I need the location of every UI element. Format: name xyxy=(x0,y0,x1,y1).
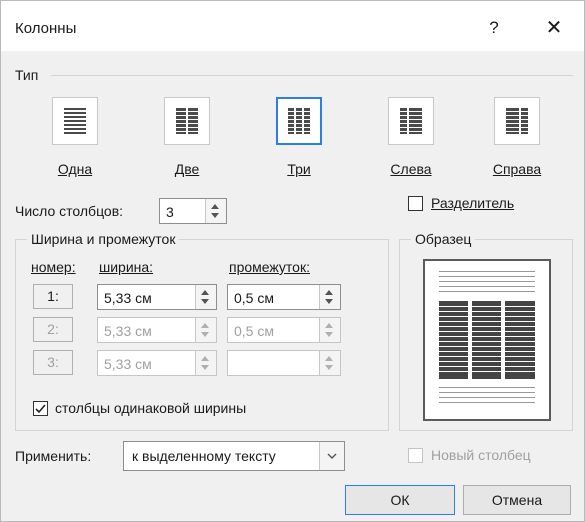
one-column-icon xyxy=(52,97,98,145)
preset-left[interactable]: Слева xyxy=(375,97,453,187)
spin-up-icon xyxy=(201,356,209,361)
spin-down-icon xyxy=(211,213,219,218)
num-columns-spinner[interactable] xyxy=(205,199,226,223)
spin-down-icon xyxy=(325,299,333,304)
separator-label: Разделитель xyxy=(431,195,515,211)
title-bar: Колонны ? ✕ xyxy=(1,1,584,51)
new-column-label: Новый столбец xyxy=(431,447,531,463)
spacing-input-3 xyxy=(227,350,341,376)
spin-down-icon xyxy=(201,365,209,370)
spin-up-icon xyxy=(325,290,333,295)
checkmark-icon xyxy=(35,404,46,414)
spin-down-icon xyxy=(325,365,333,370)
col-number-2: 2: xyxy=(33,317,73,342)
width-spinner-3 xyxy=(195,351,216,375)
columns-dialog: Колонны ? ✕ Тип Одна Две Три Слева Справ… xyxy=(0,0,585,522)
width-value-2: 5,33 см xyxy=(104,323,152,339)
preview-label: Образец xyxy=(411,231,476,247)
apply-to-select[interactable]: к выделенному тексту xyxy=(123,441,345,471)
num-columns-value: 3 xyxy=(166,204,174,220)
preview-columns-graphic xyxy=(439,271,535,403)
num-columns-label: Число столбцов: xyxy=(15,203,124,219)
spin-up-icon xyxy=(211,204,219,209)
apply-to-label: Применить: xyxy=(15,448,92,464)
cancel-button[interactable]: Отмена xyxy=(463,485,571,515)
col-number-1[interactable]: 1: xyxy=(33,284,73,309)
spin-up-icon xyxy=(325,323,333,328)
two-columns-icon xyxy=(164,97,210,145)
preset-one-label: Одна xyxy=(57,161,93,177)
width-spinner-2 xyxy=(195,318,216,342)
new-column-checkbox xyxy=(408,448,423,463)
preset-three-label: Три xyxy=(287,161,311,177)
width-spacing-label: Ширина и промежуток xyxy=(27,231,180,247)
type-divider xyxy=(51,75,573,76)
chevron-down-icon[interactable] xyxy=(319,442,344,470)
spacing-spinner-2 xyxy=(319,318,340,342)
spacing-spinner-1[interactable] xyxy=(319,285,340,309)
col-number-3: 3: xyxy=(33,350,73,375)
three-columns-icon xyxy=(276,97,322,145)
dialog-title: Колонны xyxy=(15,20,77,37)
preset-right[interactable]: Справа xyxy=(481,97,559,187)
spin-up-icon xyxy=(201,323,209,328)
spin-down-icon xyxy=(325,332,333,337)
width-input-3: 5,33 см xyxy=(97,350,217,376)
spin-up-icon xyxy=(201,290,209,295)
right-column-icon xyxy=(494,97,540,145)
equal-width-label: столбцы одинаковой ширины xyxy=(55,400,247,416)
spin-up-icon xyxy=(325,356,333,361)
spacing-input-1[interactable]: 0,5 см xyxy=(227,284,341,310)
preset-right-label: Справа xyxy=(492,161,542,177)
preset-left-label: Слева xyxy=(390,161,432,177)
spin-down-icon xyxy=(201,332,209,337)
equal-width-checkbox[interactable] xyxy=(33,401,48,416)
preview-page xyxy=(423,259,551,421)
width-input-2: 5,33 см xyxy=(97,317,217,343)
width-spinner-1[interactable] xyxy=(195,285,216,309)
num-columns-input[interactable]: 3 xyxy=(159,198,227,224)
apply-to-value: к выделенному тексту xyxy=(132,448,276,464)
width-header: ширина: xyxy=(99,259,154,275)
width-value-1: 5,33 см xyxy=(104,290,152,306)
col-number-header: номер: xyxy=(31,259,76,275)
spacing-spinner-3 xyxy=(319,351,340,375)
close-button[interactable]: ✕ xyxy=(541,16,567,40)
left-column-icon xyxy=(388,97,434,145)
spacing-value-2: 0,5 см xyxy=(234,323,274,339)
separator-checkbox[interactable] xyxy=(408,196,423,211)
spacing-header: промежуток: xyxy=(229,259,310,275)
help-button[interactable]: ? xyxy=(482,16,506,40)
spacing-value-1: 0,5 см xyxy=(234,290,274,306)
spin-down-icon xyxy=(201,299,209,304)
width-value-3: 5,33 см xyxy=(104,356,152,372)
ok-button[interactable]: ОК xyxy=(345,485,455,515)
width-input-1[interactable]: 5,33 см xyxy=(97,284,217,310)
type-section-label: Тип xyxy=(15,67,39,83)
preset-one[interactable]: Одна xyxy=(39,97,117,187)
preset-three[interactable]: Три xyxy=(263,97,341,187)
preset-two-label: Две xyxy=(174,161,200,177)
spacing-input-2: 0,5 см xyxy=(227,317,341,343)
preset-two[interactable]: Две xyxy=(151,97,229,187)
